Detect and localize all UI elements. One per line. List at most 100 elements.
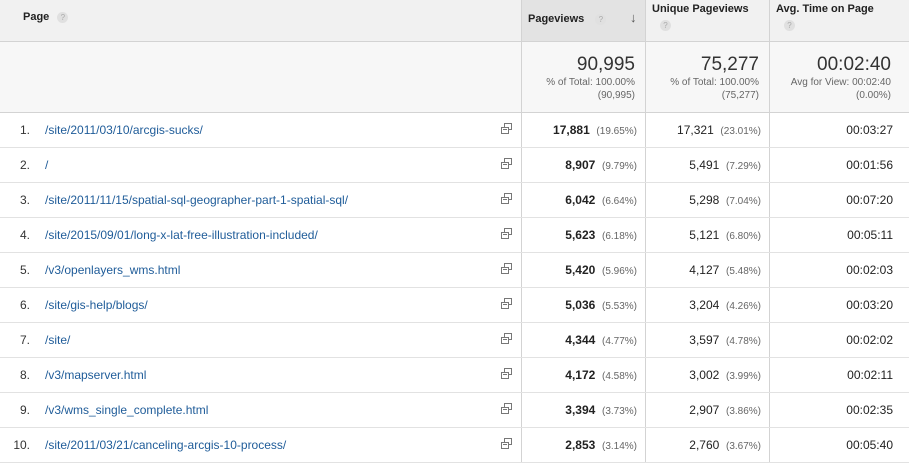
pageviews-percent: (5.96%) [601, 266, 637, 277]
pageviews-percent: (4.77%) [601, 336, 637, 347]
avg-time-value: 00:02:03 [846, 263, 893, 277]
open-in-new-window-icon[interactable] [501, 228, 512, 239]
page-link[interactable]: /site/gis-help/blogs/ [45, 298, 148, 312]
unique-pageviews-cell: 2,907 (3.86%) [645, 403, 761, 417]
pageviews-percent: (19.65%) [596, 126, 637, 137]
column-header-unique-label: Unique Pageviews [652, 3, 749, 15]
page-link[interactable]: /site/ [45, 333, 70, 347]
help-icon[interactable]: ? [784, 20, 795, 31]
open-in-new-window-icon[interactable] [501, 368, 512, 379]
avg-time-value: 00:02:11 [847, 368, 893, 382]
table-row: 5. /v3/openlayers_wms.html 5,420 (5.96%) 4,… [0, 253, 909, 288]
avg-for-view-delta-line: (0.00%) [855, 90, 891, 101]
avg-time-value: 00:07:20 [846, 193, 893, 207]
row-index: 7. [19, 333, 30, 347]
pageviews-cell: 4,344 (4.77%) [521, 333, 637, 347]
table-row: 1. /site/2011/03/10/arcgis-sucks/17,881 (… [0, 113, 909, 148]
column-divider [769, 0, 770, 41]
table-row: 8. /v3/mapserver.html 4,172 (4.58%) 3,002 (… [0, 358, 909, 393]
pageviews-cell: 17,881 (19.65%) [521, 123, 637, 137]
row-index: 2. [19, 158, 30, 172]
open-in-new-window-icon[interactable] [501, 123, 512, 134]
page-link[interactable]: /site/2015/09/01/long-x-lat-free-illustr… [45, 228, 318, 242]
unique-pageviews-cell: 3,002 (3.99%) [645, 368, 761, 382]
sort-descending-icon[interactable]: ↓ [630, 10, 637, 25]
unique-pageviews-percent: (4.78%) [725, 336, 761, 347]
page-link[interactable]: /site/2011/03/10/arcgis-sucks/ [45, 123, 203, 137]
page-link[interactable]: /v3/mapserver.html [45, 368, 146, 382]
unique-pageviews-value: 3,204 [689, 298, 720, 312]
open-in-new-window-icon[interactable] [501, 298, 512, 309]
pageviews-value: 8,907 [565, 158, 596, 172]
row-index: 3. [19, 193, 30, 207]
page-link[interactable]: /v3/openlayers_wms.html [45, 263, 180, 277]
unique-pageviews-cell: 2,760 (3.67%) [645, 438, 761, 452]
page-link[interactable]: /v3/wms_single_complete.html [45, 403, 208, 417]
unique-pageviews-value: 5,298 [689, 193, 720, 207]
unique-pageviews-percent: (5.48%) [725, 266, 761, 277]
pageviews-percent: (3.73%) [601, 406, 637, 417]
total-unique-pageviews: 75,277 [700, 54, 759, 75]
pageviews-value: 6,042 [565, 193, 596, 207]
column-header-page[interactable]: Page ? [23, 11, 69, 23]
pageviews-value: 3,394 [565, 403, 596, 417]
column-header-unique-pageviews[interactable]: Unique Pageviews [652, 3, 749, 15]
unique-pageviews-value: 2,907 [689, 403, 720, 417]
page-link[interactable]: /site/2011/03/21/canceling-arcgis-10-pro… [45, 438, 286, 452]
avg-for-view-line: Avg for View: 00:02:40 [790, 77, 891, 88]
open-in-new-window-icon[interactable] [501, 193, 512, 204]
total-pageviews-percent: % of Total: 100.00% (90,995) [521, 76, 635, 102]
open-in-new-window-icon[interactable] [501, 333, 512, 344]
pageviews-cell: 5,623 (6.18%) [521, 228, 637, 242]
help-icon[interactable]: ? [660, 20, 671, 31]
unique-pageviews-value: 2,760 [689, 438, 720, 452]
pageviews-percent: (5.53%) [601, 301, 637, 312]
unique-pageviews-value: 3,002 [689, 368, 720, 382]
help-icon[interactable]: ? [57, 12, 69, 23]
row-index: 1. [19, 123, 30, 137]
open-in-new-window-icon[interactable] [501, 403, 512, 414]
total-avg-time: 00:02:40 [817, 54, 891, 75]
pageviews-cell: 4,172 (4.58%) [521, 368, 637, 382]
page-link[interactable]: /site/2011/11/15/spatial-sql-geographer-… [45, 193, 348, 207]
column-header-time-label: Avg. Time on Page [776, 3, 874, 15]
pageviews-percent: (6.18%) [601, 231, 637, 242]
unique-pageviews-percent: (3.86%) [725, 406, 761, 417]
row-index: 6. [19, 298, 30, 312]
pageviews-cell: 5,036 (5.53%) [521, 298, 637, 312]
column-header-avg-time[interactable]: Avg. Time on Page [776, 3, 874, 15]
column-header-pageviews[interactable]: Pageviews ? [528, 13, 607, 25]
pageviews-value: 4,344 [565, 333, 596, 347]
page-link[interactable]: / [45, 158, 48, 172]
unique-pageviews-value: 4,127 [689, 263, 720, 277]
open-in-new-window-icon[interactable] [501, 263, 512, 274]
pageviews-cell: 8,907 (9.79%) [521, 158, 637, 172]
table-row: 7. /site/4,344 (4.77%) 3,597 (4.78%) 00:02:… [0, 323, 909, 358]
unique-pageviews-percent: (3.99%) [725, 371, 761, 382]
pageviews-cell: 5,420 (5.96%) [521, 263, 637, 277]
row-index: 10. [13, 438, 30, 452]
open-in-new-window-icon[interactable] [501, 158, 512, 169]
pageviews-percent: (4.58%) [601, 371, 637, 382]
column-header-page-label: Page [23, 11, 50, 23]
unique-pageviews-percent: (3.67%) [725, 441, 761, 452]
avg-time-value: 00:05:40 [846, 438, 893, 452]
total-avg-time-detail: Avg for View: 00:02:40 (0.00%) [769, 76, 891, 102]
help-icon[interactable]: ? [595, 14, 607, 25]
unique-pageviews-percent: (7.29%) [725, 161, 761, 172]
unique-pageviews-cell: 5,298 (7.04%) [645, 193, 761, 207]
unique-pageviews-cell: 3,597 (4.78%) [645, 333, 761, 347]
pageviews-percent: (3.14%) [601, 441, 637, 452]
pageviews-value: 4,172 [565, 368, 596, 382]
total-pageviews-count-line: (90,995) [597, 90, 635, 101]
unique-pageviews-value: 3,597 [689, 333, 720, 347]
total-unique-percent: % of Total: 100.00% (75,277) [645, 76, 759, 102]
total-unique-percent-line: % of Total: 100.00% [670, 77, 759, 88]
open-in-new-window-icon[interactable] [501, 438, 512, 449]
summary-row: 90,995 % of Total: 100.00% (90,995) 75,2… [0, 42, 909, 113]
row-index: 9. [19, 403, 30, 417]
table-row: 6. /site/gis-help/blogs/5,036 (5.53%) 3,20… [0, 288, 909, 323]
column-header-pageviews-label: Pageviews [528, 13, 585, 25]
avg-time-value: 00:03:20 [846, 298, 893, 312]
table-row: 3. /site/2011/11/15/spatial-sql-geographe… [0, 183, 909, 218]
